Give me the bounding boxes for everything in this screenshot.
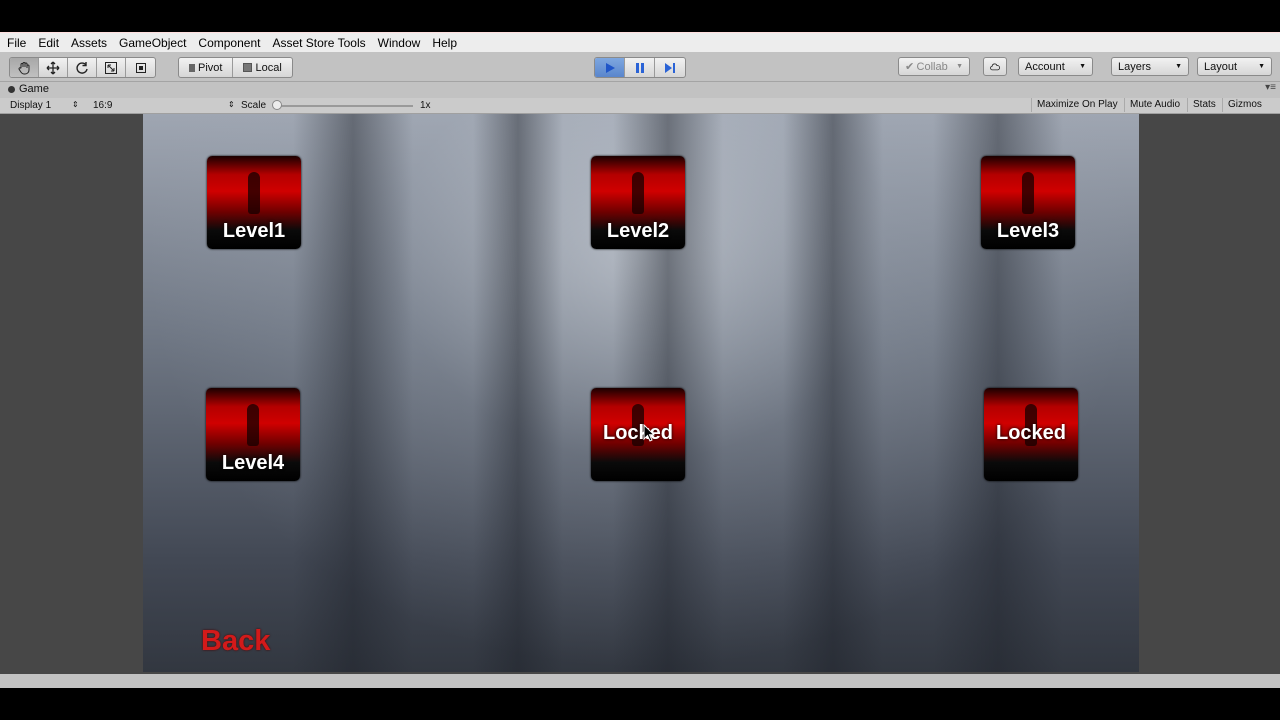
tree-trunk [783, 114, 883, 672]
cloud-icon [990, 63, 1000, 70]
status-bar [0, 674, 1280, 688]
gamepad-icon [8, 85, 15, 93]
account-label: Account [1025, 60, 1065, 73]
collab-label: Collab [916, 60, 948, 73]
account-dropdown[interactable]: Account ▼ [1018, 57, 1093, 76]
hand-tool-button[interactable] [10, 58, 39, 77]
level-label: Level3 [996, 220, 1060, 242]
level-button-2[interactable]: Level2 [591, 156, 685, 249]
locked-label: Locked [995, 422, 1067, 444]
tree-trunk [473, 114, 563, 672]
bottom-letterbox [0, 688, 1280, 720]
top-letterbox [0, 0, 1280, 32]
menu-gameobject[interactable]: GameObject [113, 36, 192, 50]
menu-file[interactable]: File [0, 36, 32, 50]
locked-label: Locked [602, 422, 674, 444]
scale-value: 1x [420, 100, 431, 111]
pivot-group: Pivot Local [178, 57, 293, 78]
layout-dropdown[interactable]: Layout ▼ [1197, 57, 1272, 76]
game-view: Level1 Level2 Level3 Level4 Locked Locke… [143, 114, 1139, 672]
mouse-cursor-icon [643, 424, 655, 442]
shadow-figure [247, 404, 259, 446]
tab-game-label: Game [19, 83, 49, 95]
step-icon [665, 62, 675, 73]
playback-controls [594, 57, 686, 78]
check-icon: ✔ [905, 61, 915, 73]
step-button[interactable] [655, 58, 685, 77]
stats-toggle[interactable]: Stats [1187, 98, 1221, 112]
menu-assets[interactable]: Assets [65, 36, 113, 50]
level-button-3[interactable]: Level3 [981, 156, 1075, 249]
game-view-toolbar: Display 1 ⇕ 16:9 ⇕ Scale 1x Maximize On Pl… [0, 98, 1280, 114]
rect-tool-button[interactable] [126, 58, 155, 77]
menu-window[interactable]: Window [372, 36, 427, 50]
local-icon [243, 63, 253, 72]
menu-edit[interactable]: Edit [32, 36, 65, 50]
rotate-icon [76, 61, 88, 74]
tab-game[interactable]: Game [8, 83, 49, 95]
chevron-down-icon: ▼ [1258, 63, 1265, 70]
back-button[interactable]: Back [201, 625, 270, 658]
maximize-on-play-toggle[interactable]: Maximize On Play [1031, 98, 1123, 112]
shadow-figure [632, 172, 644, 214]
transform-tools [9, 57, 156, 78]
shadow-figure [1022, 172, 1034, 214]
gizmos-dropdown[interactable]: Gizmos [1222, 98, 1267, 112]
cloud-button[interactable] [983, 57, 1007, 76]
display-dropdown[interactable]: Display 1 ⇕ [10, 100, 79, 111]
move-icon [46, 61, 60, 74]
local-label: Local [255, 61, 282, 74]
pause-button[interactable] [625, 58, 655, 77]
play-icon [605, 62, 615, 73]
mute-audio-toggle[interactable]: Mute Audio [1124, 98, 1185, 112]
game-tab-row: Game ▾≡ [0, 82, 1280, 98]
menu-bar: File Edit Assets GameObject Component As… [0, 32, 1280, 52]
menu-component[interactable]: Component [192, 36, 266, 50]
pivot-button[interactable]: Pivot [179, 58, 234, 77]
rotate-tool-button[interactable] [68, 58, 97, 77]
chevron-down-icon: ▼ [1175, 63, 1182, 70]
scale-icon [105, 61, 117, 74]
level-button-4[interactable]: Level4 [206, 388, 300, 481]
level-label: Level2 [606, 220, 670, 242]
local-button[interactable]: Local [233, 58, 291, 77]
layout-label: Layout [1204, 60, 1238, 73]
move-tool-button[interactable] [39, 58, 68, 77]
hand-icon [18, 61, 30, 74]
menu-help[interactable]: Help [426, 36, 463, 50]
level-button-locked-5[interactable]: Locked [591, 388, 685, 481]
pause-icon [635, 62, 644, 73]
shadow-figure [248, 172, 260, 214]
scale-label: Scale [241, 100, 267, 111]
level-button-1[interactable]: Level1 [207, 156, 301, 249]
main-toolbar: Pivot Local ✔ Collab ▼ Account ▼ Layers … [0, 52, 1280, 82]
updown-icon: ⇕ [228, 100, 235, 109]
level-label: Level1 [222, 220, 286, 242]
pivot-label: Pivot [198, 61, 223, 74]
tree-trunk [293, 114, 413, 672]
play-button[interactable] [595, 58, 625, 77]
collab-dropdown[interactable]: ✔ Collab ▼ [898, 57, 970, 76]
tab-menu-icon[interactable]: ▾≡ [1265, 82, 1276, 93]
chevron-down-icon: ▼ [956, 63, 963, 70]
scale-slider-track[interactable] [276, 105, 413, 107]
level-label: Level4 [221, 452, 285, 474]
menu-asset-store-tools[interactable]: Asset Store Tools [266, 36, 371, 50]
scale-tool-button[interactable] [97, 58, 126, 77]
scale-slider-thumb[interactable] [272, 100, 282, 110]
updown-icon: ⇕ [72, 100, 79, 109]
layers-dropdown[interactable]: Layers ▼ [1111, 57, 1189, 76]
pivot-icon [189, 63, 195, 72]
rect-icon [135, 62, 146, 73]
level-button-locked-6[interactable]: Locked [984, 388, 1078, 481]
chevron-down-icon: ▼ [1079, 63, 1086, 70]
aspect-dropdown[interactable]: 16:9 ⇕ [93, 100, 235, 111]
layers-label: Layers [1118, 60, 1152, 73]
